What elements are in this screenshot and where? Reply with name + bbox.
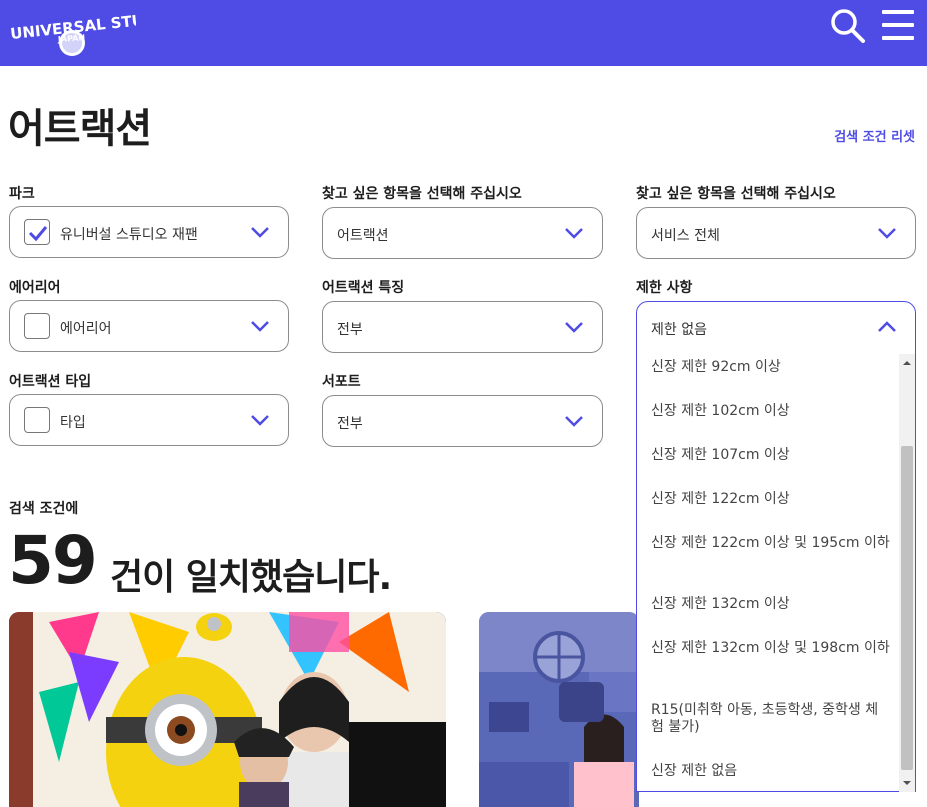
restriction-option[interactable]: 신장 제한 132cm 이상 [651,596,891,613]
service-value: 서비스 전체 [651,228,720,244]
area-label: 에어리어 [9,280,61,296]
restriction-value: 제한 없음 [651,322,707,338]
type-checkbox[interactable] [24,407,50,433]
park-select[interactable]: 유니버설 스튜디오 재팬 [9,206,289,258]
park-checkbox[interactable] [24,219,50,245]
scrollbar-thumb[interactable] [901,446,913,770]
type-label: 어트랙션 타입 [9,374,92,390]
park-value: 유니버설 스튜디오 재팬 [60,227,198,243]
restriction-option[interactable]: 신장 제한 102cm 이상 [651,403,891,420]
restriction-dropdown-list: 신장 제한 92cm 이상 신장 제한 102cm 이상 신장 제한 107cm… [636,354,916,792]
minion-attraction-photo [9,612,446,807]
chevron-down-icon [565,228,583,239]
category-label: 찾고 싶은 항목을 선택해 주십시오 [322,186,522,202]
service-label: 찾고 싶은 항목을 선택해 주십시오 [636,186,836,202]
feature-select[interactable]: 전부 [322,301,603,353]
reset-search-link[interactable]: 검색 조건 리셋 [834,126,915,145]
area-value: 에어리어 [60,321,112,337]
results-count: 59 [8,522,98,599]
attraction-card[interactable] [479,612,639,807]
area-select[interactable]: 에어리어 [9,300,289,352]
check-icon [28,226,48,242]
dropdown-scrollbar[interactable] [899,354,915,792]
chevron-down-icon [251,321,269,332]
restriction-option[interactable]: 신장 제한 122cm 이상 및 195cm 이하 [651,535,891,552]
support-label: 서포트 [322,374,361,390]
type-value: 타입 [60,415,86,431]
chevron-down-icon [878,228,896,239]
restriction-label: 제한 사항 [636,280,693,296]
service-select[interactable]: 서비스 전체 [636,207,916,259]
site-header: UNIVERSAL STUDIOS JAPAN [0,0,927,66]
chevron-down-icon [251,227,269,238]
attraction-card[interactable] [9,612,446,807]
type-select[interactable]: 타입 [9,394,289,446]
results-label: 검색 조건에 [9,501,79,517]
park-label: 파크 [9,186,35,202]
search-icon[interactable] [830,8,866,44]
category-value: 어트랙션 [337,228,389,244]
menu-icon[interactable] [882,10,914,40]
restriction-option[interactable]: 신장 제한 132cm 이상 및 198cm 이하 [651,640,891,657]
feature-value: 전부 [337,322,363,338]
restriction-option[interactable]: 신장 제한 122cm 이상 [651,491,891,508]
restriction-option[interactable]: 신장 제한 107cm 이상 [651,447,891,464]
page-title: 어트랙션 [8,106,152,152]
feature-label: 어트랙션 특징 [322,280,405,296]
category-select[interactable]: 어트랙션 [322,207,603,259]
support-select[interactable]: 전부 [322,395,603,447]
play-area-photo [479,612,639,807]
chevron-down-icon [251,415,269,426]
restriction-select[interactable]: 제한 없음 [636,301,916,355]
area-checkbox[interactable] [24,313,50,339]
universal-studios-logo[interactable]: UNIVERSAL STUDIOS JAPAN [8,3,136,57]
chevron-up-icon [878,321,896,332]
restriction-option[interactable]: R15(미취학 아동, 초등학생, 중학생 체험 불가) [651,702,891,736]
restriction-option[interactable]: 신장 제한 92cm 이상 [651,359,891,376]
results-suffix: 건이 일치했습니다. [110,557,392,598]
scroll-up-arrow-icon[interactable] [899,356,915,370]
chevron-down-icon [565,416,583,427]
restriction-option[interactable]: 신장 제한 없음 [651,763,891,780]
chevron-down-icon [565,322,583,333]
support-value: 전부 [337,416,363,432]
scroll-down-arrow-icon[interactable] [899,776,915,790]
